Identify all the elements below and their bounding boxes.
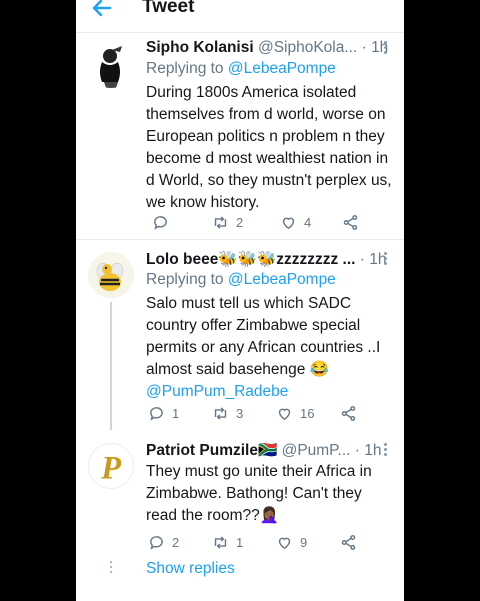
retweet-count: 1 <box>236 534 244 550</box>
share-icon <box>341 534 356 550</box>
reply-count: 2 <box>172 534 180 550</box>
tweet-item[interactable]: P Patriot Pumzile🇿🇦 @PumP... · 1h They m… <box>76 0 404 560</box>
thread-dots <box>110 561 113 576</box>
show-replies-link[interactable]: Show replies <box>146 560 235 578</box>
tweet-text: They must go unite their Africa in Zimba… <box>146 463 372 524</box>
tweet-actions: 2 1 9 <box>146 532 366 552</box>
heart-icon <box>278 537 291 549</box>
retweet-icon <box>214 535 227 549</box>
avatar[interactable]: P <box>88 443 134 489</box>
tweet-screen: Tweet Sipho Kolanisi @SiphoKola... · 1h … <box>76 0 404 601</box>
like-button[interactable]: 9 <box>276 532 307 552</box>
handle-time: @PumP... · 1h <box>281 442 382 459</box>
display-name[interactable]: Patriot Pumzile🇿🇦 <box>146 442 277 459</box>
reply-button[interactable]: 2 <box>148 532 179 552</box>
retweet-button[interactable]: 1 <box>212 532 243 552</box>
like-count: 9 <box>300 534 308 550</box>
more-options-icon[interactable] <box>380 441 390 459</box>
reply-icon <box>150 535 163 550</box>
share-button[interactable] <box>340 532 364 552</box>
tweet-header: Patriot Pumzile🇿🇦 @PumP... · 1h <box>146 441 396 461</box>
svg-text:P: P <box>100 450 122 486</box>
